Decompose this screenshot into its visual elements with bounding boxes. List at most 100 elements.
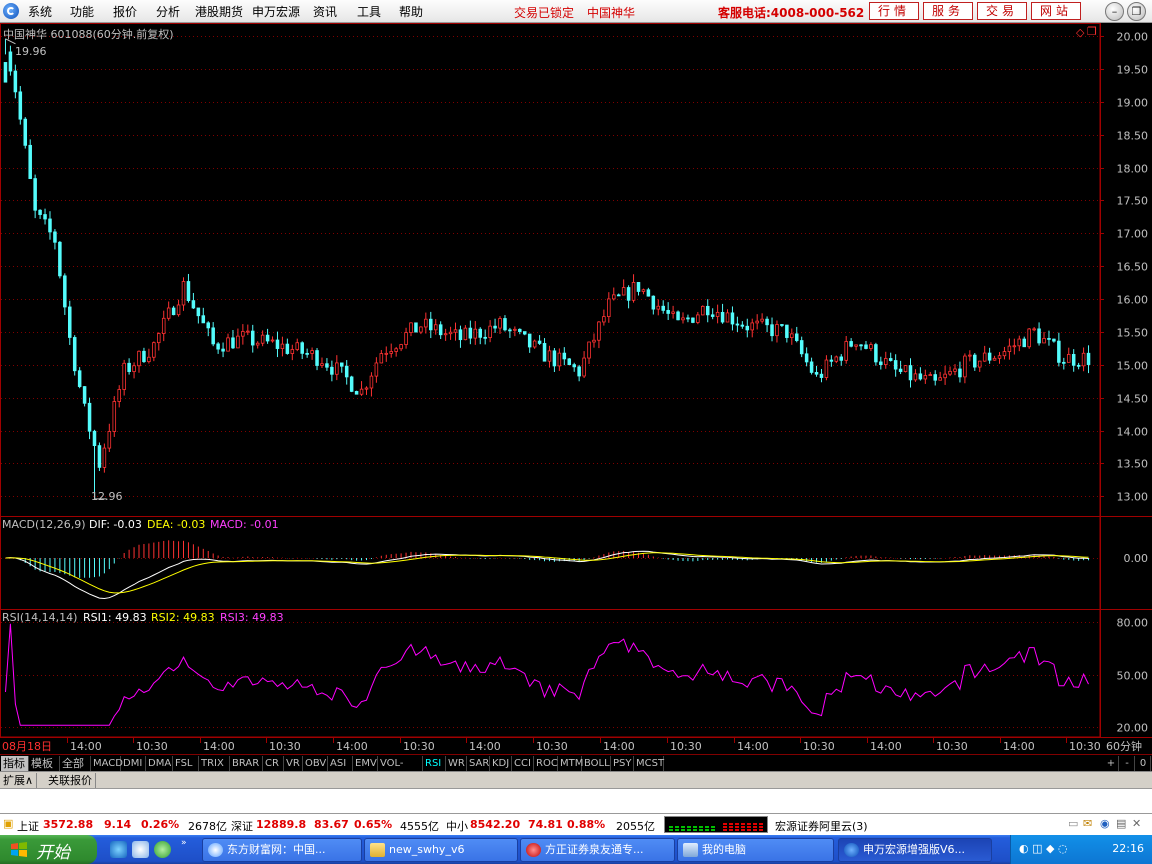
trade-button[interactable]: 交易 — [977, 2, 1027, 20]
task-founder[interactable]: 方正证券泉友通专... — [520, 838, 675, 862]
chart-area[interactable]: 20.00 19.50 19.00 18.50 18.00 17.50 17.00 16.50… — [0, 23, 1152, 754]
candle-up — [701, 305, 705, 316]
menu-swhy[interactable]: 申万宏源 — [252, 3, 300, 20]
ie-icon[interactable] — [110, 841, 127, 858]
task-new-swhy[interactable]: new_swhy_v6 — [364, 838, 518, 862]
indicator-tab-模板[interactable]: 模板 — [29, 756, 60, 771]
settings-icon[interactable]: ▤ — [1116, 817, 1126, 830]
menu-tools[interactable]: 工具 — [357, 3, 381, 20]
menu-quote[interactable]: 报价 — [113, 3, 137, 20]
candle-up — [696, 314, 700, 323]
lock-icon[interactable]: ▣ — [3, 817, 13, 830]
candle-down — [478, 328, 482, 338]
browser-icon[interactable] — [154, 841, 171, 858]
candle-down — [97, 445, 102, 468]
signal-icon[interactable]: ◉ — [1100, 817, 1110, 830]
indicator-tab-wr[interactable]: WR — [446, 756, 467, 771]
candle-down — [340, 362, 344, 367]
candle-up — [1032, 328, 1036, 331]
menu-hk-futures[interactable]: 港股期货 — [195, 3, 243, 20]
website-button[interactable]: 网站 — [1031, 2, 1081, 20]
diamond-icon[interactable]: ◇ — [1076, 26, 1084, 39]
indicator-tab-cci[interactable]: CCI — [512, 756, 534, 771]
sh-change: 9.14 — [104, 818, 132, 831]
zoom-out-button[interactable]: - — [1120, 756, 1135, 771]
candle-up — [389, 351, 393, 354]
chart-canvas[interactable]: 20.00 19.50 19.00 18.50 18.00 17.50 17.00 16.50… — [0, 23, 1152, 754]
indicator-tab-brar[interactable]: BRAR — [230, 756, 263, 771]
task-my-computer[interactable]: 我的电脑 — [677, 838, 834, 862]
indicator-tab-fsl[interactable]: FSL — [173, 756, 199, 771]
indicator-tab-psy[interactable]: PSY — [611, 756, 634, 771]
candle-up — [384, 352, 389, 355]
indicator-tab-vol-tdx[interactable]: VOL-TDX — [378, 756, 423, 784]
tray-icons[interactable]: ◐ ◫ ◆ ◌ — [1019, 842, 1068, 855]
candle-up — [335, 362, 339, 375]
period-label[interactable]: 60分钟 — [1106, 738, 1142, 754]
indicator-tab-roc[interactable]: ROC — [534, 756, 558, 771]
related-quote-tab[interactable]: 关联报价 — [45, 773, 96, 788]
indicator-tab-vr[interactable]: VR — [284, 756, 303, 771]
candle-down — [527, 333, 532, 348]
indicator-tab-obv[interactable]: OBV — [303, 756, 328, 771]
candle-down — [1076, 364, 1081, 367]
chat-icon[interactable]: ✉ — [1083, 817, 1092, 830]
indicator-tab-dma[interactable]: DMA — [146, 756, 173, 771]
candle-up — [547, 350, 552, 362]
menu-analysis[interactable]: 分析 — [156, 3, 180, 20]
candle-down — [325, 363, 329, 368]
task-eastmoney[interactable]: 东方财富网：中国... — [202, 838, 362, 862]
market-button[interactable]: 行情 — [869, 2, 919, 20]
candle-down — [626, 287, 631, 301]
layout-icon[interactable]: ▭ — [1068, 817, 1078, 830]
indicator-tab-mcst[interactable]: MCST — [634, 756, 664, 771]
candle-up — [513, 328, 517, 331]
zoom-in-button[interactable]: + — [1104, 756, 1119, 771]
system-tray: ◐ ◫ ◆ ◌ 22:16 — [1010, 835, 1152, 864]
current-stock-name: 中国神华 — [587, 6, 636, 20]
menu-system[interactable]: 系统 — [28, 3, 52, 20]
media-icon[interactable] — [132, 841, 149, 858]
task-swhy-app[interactable]: 申万宏源增强版V6... — [838, 838, 992, 862]
candle-down — [1071, 354, 1076, 366]
quicklaunch-expand-icon[interactable]: » — [181, 838, 187, 848]
candle-down — [1037, 328, 1041, 344]
service-button[interactable]: 服务 — [923, 2, 973, 20]
indicator-tab-asi[interactable]: ASI — [328, 756, 353, 771]
menu-function[interactable]: 功能 — [70, 3, 94, 20]
window-toggle-icon[interactable]: ❐ — [1087, 25, 1097, 38]
close-panel-icon[interactable]: ✕ — [1132, 817, 1141, 830]
start-button[interactable]: 开始 — [0, 835, 97, 864]
server-name[interactable]: 宏源证券阿里云(3) — [775, 818, 868, 834]
minimize-icon[interactable]: – — [1105, 2, 1124, 21]
task-label: 申万宏源增强版V6... — [863, 843, 966, 856]
indicator-tab-rsi[interactable]: RSI — [423, 756, 446, 771]
candle-down — [780, 324, 784, 326]
indicator-tab-cr[interactable]: CR — [263, 756, 284, 771]
menu-help[interactable]: 帮助 — [399, 3, 423, 20]
candle-up — [419, 326, 423, 333]
expand-tab[interactable]: 扩展∧ — [0, 773, 38, 788]
restore-icon[interactable]: ❐ — [1127, 2, 1146, 21]
trade-lock-status[interactable]: 交易已锁定 — [514, 4, 574, 21]
indicator-tab-mtm[interactable]: MTM — [558, 756, 583, 771]
indicator-tab-全部[interactable]: 全部 — [60, 756, 91, 771]
candle-down — [171, 307, 176, 316]
candle-up — [226, 337, 230, 352]
indicator-tab-kdj[interactable]: KDJ — [490, 756, 512, 771]
candle-up — [592, 339, 596, 343]
indicator-tab-dmi[interactable]: DMI — [121, 756, 146, 771]
app-logo-icon[interactable] — [3, 3, 19, 19]
indicator-tab-macd[interactable]: MACD — [91, 756, 123, 771]
rsi-name: RSI(14,14,14) — [2, 611, 78, 624]
indicator-tab-boll[interactable]: BOLL — [582, 756, 611, 771]
reset-zoom-button[interactable]: 0 — [1136, 756, 1151, 771]
indicator-tab-sar[interactable]: SAR — [467, 756, 490, 771]
indicator-tab-trix[interactable]: TRIX — [199, 756, 230, 771]
rsi2-value: RSI2: 49.83 — [151, 611, 215, 624]
menu-news[interactable]: 资讯 — [313, 3, 337, 20]
candle-down — [414, 322, 418, 333]
indicator-tab-指标[interactable]: 指标 — [1, 756, 29, 771]
candle-down — [305, 352, 309, 355]
indicator-tab-emv[interactable]: EMV — [353, 756, 378, 771]
